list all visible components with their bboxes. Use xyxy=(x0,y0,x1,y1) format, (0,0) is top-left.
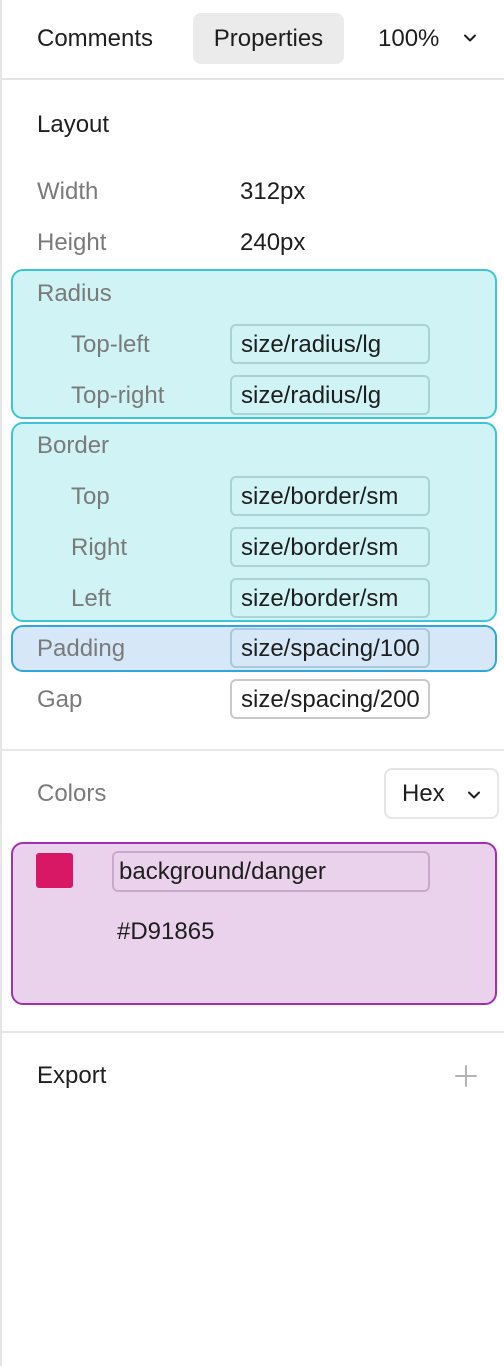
border-right-token[interactable]: size/border/sm xyxy=(230,527,430,567)
color-format-select[interactable]: Hex xyxy=(384,768,499,819)
color-swatch[interactable] xyxy=(36,853,73,888)
top-left-radius-token[interactable]: size/radius/lg xyxy=(230,324,430,364)
chevron-down-icon[interactable] xyxy=(462,30,478,46)
colors-section-title: Colors xyxy=(37,780,107,807)
border-label: Border xyxy=(37,432,110,459)
top-right-label: Top-right xyxy=(71,382,165,409)
color-token[interactable]: background/danger xyxy=(112,851,430,892)
border-top-token[interactable]: size/border/sm xyxy=(230,476,430,516)
top-right-radius-token[interactable]: size/radius/lg xyxy=(230,375,430,415)
border-top-label: Top xyxy=(71,483,110,510)
tab-properties[interactable]: Properties xyxy=(193,13,344,64)
top-left-label: Top-left xyxy=(71,331,150,358)
width-label: Width xyxy=(37,178,99,205)
section-divider xyxy=(2,749,504,751)
border-left-label: Left xyxy=(71,585,112,612)
padding-label: Padding xyxy=(37,635,126,662)
section-divider xyxy=(2,1031,504,1033)
radius-label: Radius xyxy=(37,280,112,307)
color-hex-value[interactable]: #D91865 xyxy=(117,912,214,952)
color-format-label: Hex xyxy=(402,780,445,807)
width-value[interactable]: 312px xyxy=(240,172,305,212)
chevron-down-icon xyxy=(468,791,480,799)
properties-panel: Comments Properties 100% Layout Width 31… xyxy=(0,0,504,1366)
plus-icon[interactable] xyxy=(454,1064,478,1088)
border-left-token[interactable]: size/border/sm xyxy=(230,578,430,618)
gap-token[interactable]: size/spacing/200 xyxy=(230,679,430,719)
padding-token[interactable]: size/spacing/100 xyxy=(230,628,430,668)
height-label: Height xyxy=(37,229,107,256)
height-value[interactable]: 240px xyxy=(240,223,305,263)
layout-section-title: Layout xyxy=(37,111,110,138)
export-section-title: Export xyxy=(37,1062,107,1089)
gap-label: Gap xyxy=(37,686,83,713)
tab-comments[interactable]: Comments xyxy=(22,13,168,64)
border-right-label: Right xyxy=(71,534,128,561)
panel-header: Comments Properties 100% xyxy=(2,0,504,80)
zoom-level[interactable]: 100% xyxy=(378,13,439,64)
